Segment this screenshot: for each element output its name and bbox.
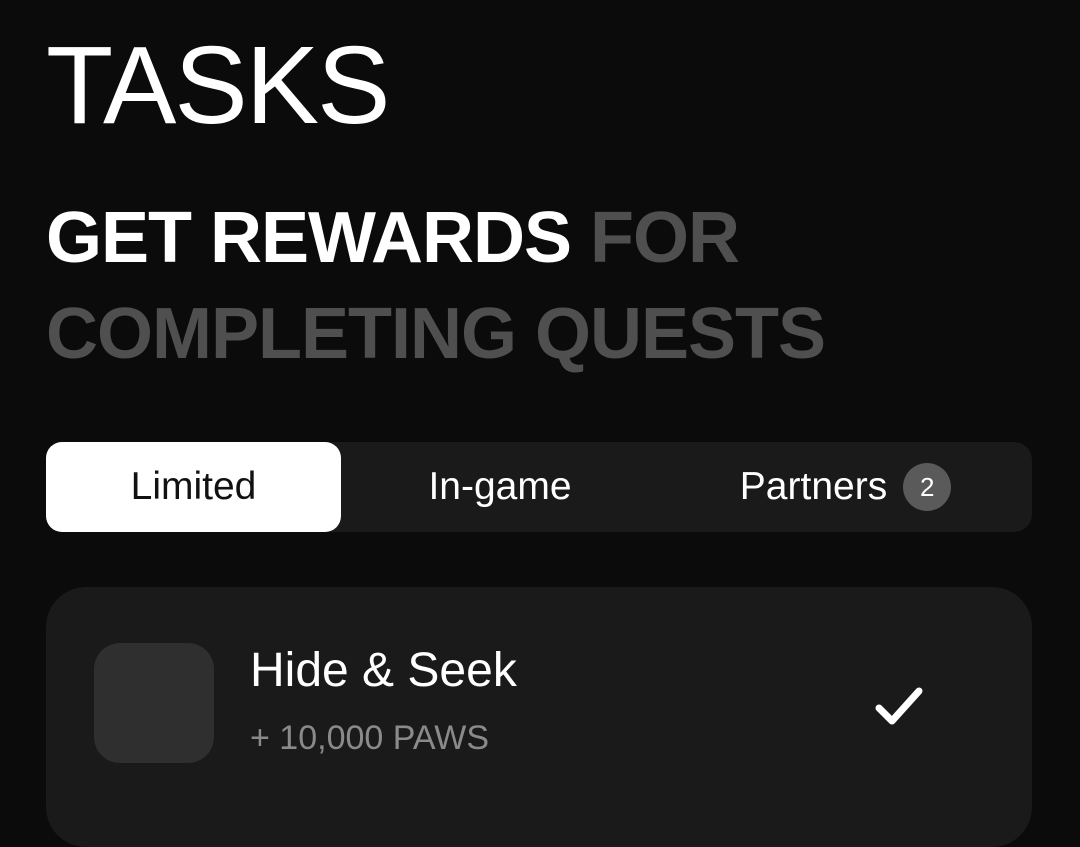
task-thumbnail — [94, 643, 214, 763]
tab-in-game[interactable]: In-game — [341, 442, 659, 532]
tab-in-game-label: In-game — [428, 465, 572, 508]
page-title: TASKS — [46, 24, 391, 147]
tab-limited[interactable]: Limited — [46, 442, 341, 532]
tab-partners-label: Partners — [739, 465, 888, 508]
page-subtitle: GET REWARDS FOR COMPLETING QUESTS — [46, 190, 1046, 382]
subtitle-highlight: GET REWARDS — [46, 198, 572, 278]
task-category-tabs: Limited In-game Partners 2 — [46, 442, 1032, 532]
check-icon — [875, 687, 923, 725]
tab-partners[interactable]: Partners 2 — [659, 442, 1032, 532]
partners-count-badge: 2 — [903, 463, 952, 511]
task-reward: + 10,000 PAWS — [250, 719, 490, 757]
task-card-hide-and-seek[interactable]: Hide & Seek + 10,000 PAWS — [46, 587, 1032, 847]
task-title: Hide & Seek — [250, 644, 517, 697]
tab-limited-label: Limited — [130, 465, 257, 508]
